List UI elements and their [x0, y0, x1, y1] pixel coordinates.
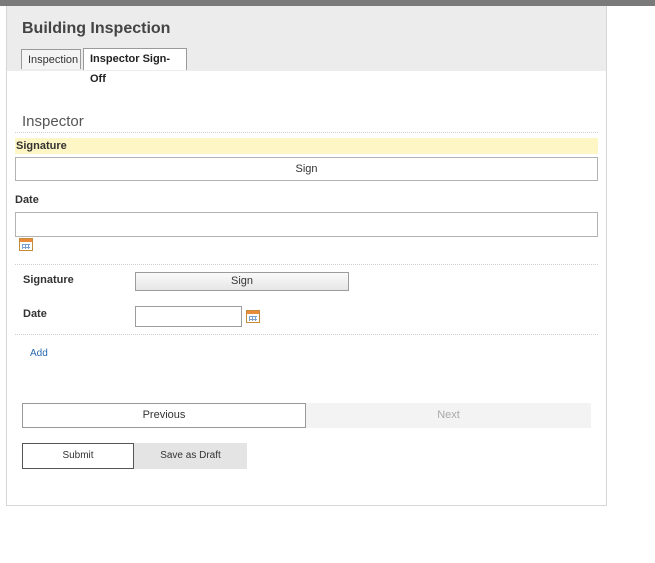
calendar-icon[interactable] — [246, 310, 260, 323]
submit-button[interactable]: Submit — [22, 443, 134, 469]
add-link[interactable]: Add — [30, 348, 48, 359]
date-field[interactable] — [15, 212, 598, 237]
sign-button[interactable]: Sign — [15, 157, 598, 181]
repeat-date-field[interactable] — [135, 306, 242, 327]
form-title: Building Inspection — [22, 20, 171, 37]
repeat-signature-label: Signature — [23, 274, 74, 286]
signature-label: Signature — [15, 138, 598, 154]
repeat-date-label: Date — [23, 308, 47, 320]
section-heading-inspector: Inspector — [22, 113, 84, 130]
save-as-draft-button[interactable]: Save as Draft — [134, 443, 247, 469]
row-divider — [15, 264, 598, 265]
tab-inspector-sign-off[interactable]: Inspector Sign-Off — [83, 48, 187, 85]
repeat-sign-button[interactable]: Sign — [135, 272, 349, 291]
next-button: Next — [306, 403, 591, 428]
section-divider — [15, 132, 598, 133]
form-header: Building Inspection Inspection Inspector… — [7, 6, 606, 85]
form-card: Building Inspection Inspection Inspector… — [6, 6, 607, 506]
row-divider — [15, 334, 598, 335]
tab-inspection[interactable]: Inspection — [21, 49, 81, 69]
previous-button[interactable]: Previous — [22, 403, 306, 428]
date-label: Date — [15, 194, 39, 206]
calendar-icon[interactable] — [19, 238, 33, 251]
